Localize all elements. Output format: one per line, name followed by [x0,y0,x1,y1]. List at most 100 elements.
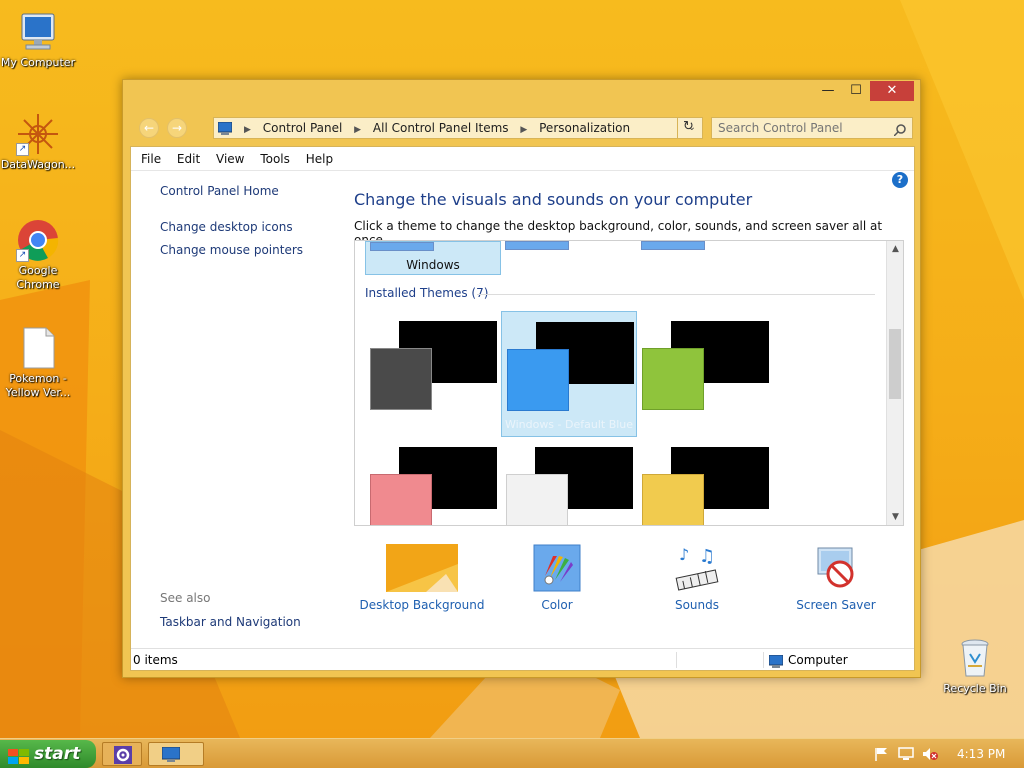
taskbar-clock[interactable]: 4:13 PM [957,739,1005,768]
taskbar-button-settings[interactable] [102,742,142,766]
menu-tools[interactable]: Tools [260,152,290,166]
sounds-option[interactable]: ♪ ♫ Sounds [657,544,737,612]
desktop-icon-label: DataWagon... [0,158,76,171]
address-bar[interactable]: ▶ Control Panel ▶ All Control Panel Item… [213,117,703,139]
taskbar-button-control-panel[interactable] [148,742,204,766]
desktop-icon-pokemon[interactable]: Pokemon - Yellow Ver... [0,326,78,400]
menu-help[interactable]: Help [306,152,333,166]
search-input[interactable] [718,121,888,135]
back-button[interactable]: ← [139,118,159,138]
shortcut-arrow-icon: ↗ [16,249,29,262]
chevron-right-icon[interactable]: ▶ [354,125,361,135]
desktop-icon-recycle-bin[interactable]: Recycle Bin [935,636,1015,696]
gear-icon [114,746,132,767]
control-panel-icon [217,121,233,141]
desktop: My Computer ↗ DataWagon... ↗ Google Chro… [0,0,1024,738]
screen-saver-label: Screen Saver [796,598,876,612]
chevron-right-icon: ▶ [244,125,251,135]
change-mouse-pointers-link[interactable]: Change mouse pointers [160,243,303,257]
navigation-bar: ← → ▶ Control Panel ▶ All Control Panel … [123,113,920,143]
start-button[interactable]: start [0,740,96,768]
sounds-icon: ♪ ♫ [673,544,721,592]
see-also-heading: See also [160,591,211,605]
flag-icon[interactable] [874,747,888,764]
theme-preview [505,241,569,250]
desktop-icon-my-computer[interactable]: My Computer [0,10,78,70]
theme-color-swatch [642,474,704,525]
theme-tile-green[interactable] [637,311,773,437]
desktop-icon-datawagon[interactable]: ↗ DataWagon... [0,112,78,172]
control-panel-icon [161,746,181,766]
desktop-icon-google-chrome[interactable]: ↗ Google Chrome [0,218,78,292]
theme-tile-white[interactable] [501,437,637,525]
breadcrumb: ▶ Control Panel ▶ All Control Panel Item… [236,118,630,140]
personalization-window: — ☐ ✕ ← → ▶ Control Panel ▶ All Control … [122,79,921,678]
status-bar: 0 items Computer [131,648,914,670]
status-location: Computer [788,653,848,667]
desktop-background-icon [386,544,458,592]
theme-preview [370,242,434,251]
change-desktop-icons-link[interactable]: Change desktop icons [160,220,293,234]
desktop-icon-label: My Computer [0,56,76,69]
network-icon[interactable] [898,747,914,764]
screen-saver-icon [812,544,860,592]
menu-edit[interactable]: Edit [177,152,200,166]
help-icon[interactable]: ? [892,172,908,188]
breadcrumb-all-items[interactable]: All Control Panel Items [373,121,509,135]
color-label: Color [541,598,573,612]
control-panel-home-link[interactable]: Control Panel Home [160,184,279,198]
theme-color-swatch [370,474,432,525]
screen-saver-option[interactable]: Screen Saver [791,544,881,612]
menu-view[interactable]: View [216,152,244,166]
theme-windows[interactable]: Windows [365,241,501,275]
theme-tile-default-blue[interactable]: Windows - Default Blue [501,311,637,437]
theme-color-swatch [642,348,704,410]
desktop-background-label: Desktop Background [359,598,485,612]
desktop-icon-label: Recycle Bin [943,682,1007,695]
client-area: File Edit View Tools Help Control Panel … [130,146,915,671]
forward-button[interactable]: → [167,118,187,138]
theme-windows-label: Windows [406,258,460,272]
scroll-thumb[interactable] [889,329,901,399]
svg-text:♫: ♫ [699,546,715,567]
datawagon-icon: ↗ [16,112,60,156]
breadcrumb-control-panel[interactable]: Control Panel [263,121,343,135]
theme-list[interactable]: Windows Installed Themes (7) Windows - D… [354,240,904,526]
divider [676,652,677,668]
theme-name-label: Windows - Default Blue [504,418,634,431]
vertical-scrollbar[interactable]: ▲ ▼ [886,241,903,525]
taskbar-navigation-link[interactable]: Taskbar and Navigation [160,615,301,629]
shortcut-arrow-icon: ↗ [16,143,29,156]
desktop-background-option[interactable]: Desktop Background [359,544,485,612]
theme-tile-pink[interactable] [365,437,501,525]
theme-tile-dark[interactable] [365,311,501,437]
title-bar[interactable]: — ☐ ✕ [123,80,920,110]
taskbar: start 4:13 PM [0,738,1024,768]
close-button[interactable]: ✕ [870,81,914,101]
installed-themes-heading: Installed Themes (7) [365,286,489,300]
chrome-icon: ↗ [16,218,60,262]
scroll-up-arrow-icon[interactable]: ▲ [887,241,903,257]
divider [763,652,764,668]
color-palette-icon [533,544,581,592]
scroll-down-arrow-icon[interactable]: ▼ [887,509,903,525]
color-option[interactable]: Color [517,544,597,612]
theme-color-swatch [507,349,569,411]
search-box[interactable] [711,117,913,139]
refresh-button[interactable]: ↻ [677,117,699,139]
theme-tile-yellow[interactable] [637,437,773,525]
menu-file[interactable]: File [141,152,161,166]
breadcrumb-personalization[interactable]: Personalization [539,121,630,135]
maximize-button[interactable]: ☐ [842,81,870,101]
minimize-button[interactable]: — [814,81,842,101]
search-icon[interactable] [893,122,906,142]
page-title: Change the visuals and sounds on your co… [354,190,753,209]
volume-muted-icon[interactable] [922,747,938,764]
svg-text:♪: ♪ [679,545,689,564]
left-pane: Control Panel Home Change desktop icons … [131,171,341,649]
computer-icon [768,653,784,675]
chevron-right-icon[interactable]: ▶ [520,125,527,135]
menu-bar: File Edit View Tools Help [131,147,914,171]
file-icon [16,326,60,370]
sounds-label: Sounds [674,598,720,612]
